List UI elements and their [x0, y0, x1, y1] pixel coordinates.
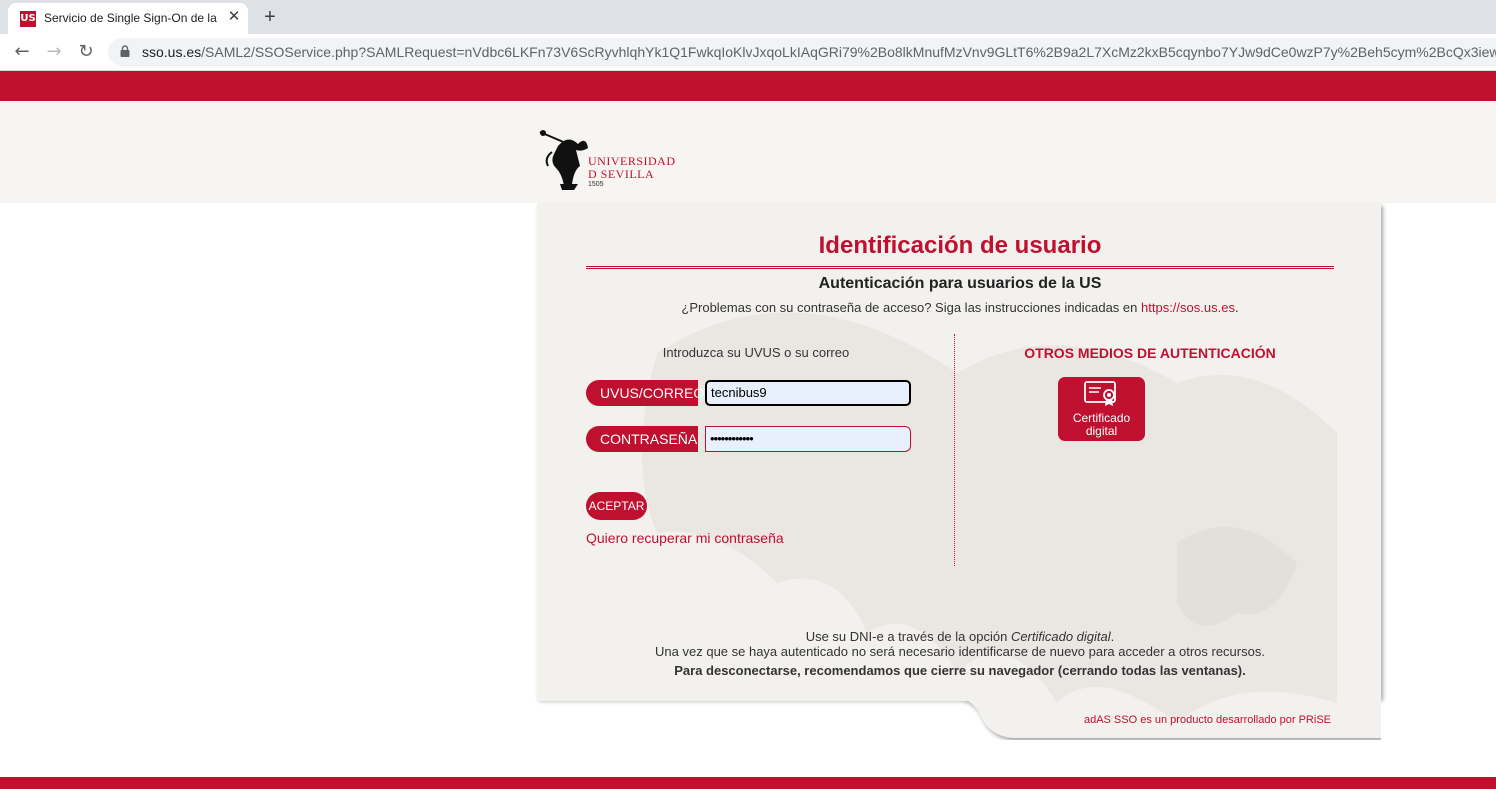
- login-intro-text: Introduzca su UVUS o su correo: [662, 345, 850, 360]
- help-text-suffix: .: [1234, 300, 1239, 315]
- bottom-brand-band: [0, 777, 1496, 789]
- page-title: Identificación de usuario: [818, 232, 1102, 259]
- browser-tab[interactable]: US Servicio de Single Sign-On de la ✕: [8, 3, 248, 34]
- url-text: sso.us.es/SAML2/SSOService.php?SAMLReque…: [142, 44, 1496, 60]
- forward-arrow-icon[interactable]: →: [42, 40, 66, 64]
- recover-password-link[interactable]: Quiero recuperar mi contraseña: [586, 530, 784, 546]
- top-brand-band: [0, 71, 1496, 101]
- password-label: CONTRASEÑA: [586, 426, 698, 452]
- cert-label-line1: Certificado: [1072, 411, 1131, 425]
- logo-year: 1505: [588, 181, 604, 188]
- lock-icon: [120, 45, 130, 57]
- accept-button[interactable]: ACEPTAR: [586, 492, 647, 520]
- logout-note: Para desconectarse, recomendamos que cie…: [674, 663, 1246, 678]
- logo-text-sevilla: D SEVILLA: [588, 167, 655, 181]
- page-subtitle: Autenticación para usuarios de la US: [818, 275, 1102, 292]
- reload-icon[interactable]: ↻: [74, 40, 98, 64]
- url-path: /SAML2/SSOService.php?SAMLRequest=nVdbc6…: [201, 44, 1496, 60]
- title-divider: [586, 266, 1334, 269]
- tab-close-icon[interactable]: ✕: [224, 7, 244, 27]
- tab-favicon-icon: US: [20, 11, 36, 27]
- dnie-note-option: Certificado digital: [1010, 629, 1111, 644]
- password-input[interactable]: ••••••••••••: [705, 426, 911, 452]
- browser-toolbar: ← → ↻ sso.us.es/SAML2/SSOService.php?SAM…: [0, 34, 1496, 71]
- help-link[interactable]: https://sos.us.es: [1141, 300, 1235, 315]
- product-credit: adAS SSO es un producto desarrollado por…: [1083, 714, 1331, 726]
- username-input[interactable]: tecnibus9: [705, 380, 911, 406]
- cert-label-line2: digital: [1085, 424, 1118, 438]
- dnie-note-prefix: Use su DNI-e a través de la opción: [805, 629, 1008, 644]
- help-text-prefix: ¿Problemas con su contraseña de acceso? …: [681, 300, 1138, 315]
- address-bar[interactable]: sso.us.es/SAML2/SSOService.php?SAMLReque…: [108, 38, 1496, 66]
- dnie-note-suffix: .: [1110, 629, 1115, 644]
- tab-title: Servicio de Single Sign-On de la: [44, 11, 217, 25]
- url-domain: sso.us.es: [142, 44, 202, 60]
- digital-certificate-label: Certificado digital: [1058, 412, 1145, 438]
- browser-tab-strip: US Servicio de Single Sign-On de la ✕ +: [0, 0, 1496, 34]
- sso-note: Una vez que se haya autenticado no será …: [655, 644, 1265, 659]
- back-arrow-icon[interactable]: ←: [10, 40, 34, 64]
- username-label: UVUS/CORREO: [586, 380, 704, 406]
- dnie-note: Use su DNI-e a través de la opción Certi…: [586, 629, 1334, 644]
- help-text: ¿Problemas con su contraseña de acceso? …: [586, 300, 1334, 315]
- certificate-icon: [1084, 381, 1116, 406]
- column-divider: [954, 334, 955, 566]
- page-header: [0, 101, 1496, 203]
- other-auth-heading: OTROS MEDIOS DE AUTENTICACIÓN: [1024, 345, 1276, 361]
- new-tab-icon[interactable]: +: [258, 5, 282, 29]
